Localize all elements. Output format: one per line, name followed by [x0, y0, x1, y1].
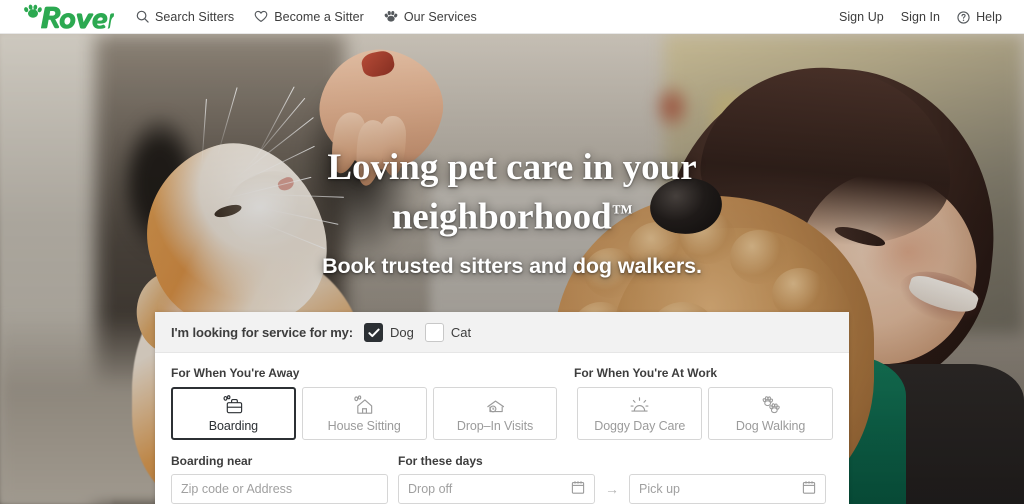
- location-field-label: Boarding near: [171, 454, 253, 468]
- nav-search-sitters-label: Search Sitters: [155, 9, 235, 24]
- search-panel: I'm looking for service for my: Dog Cat: [155, 312, 849, 504]
- nav-become-a-sitter-label: Become a Sitter: [274, 9, 364, 24]
- dropoff-input-placeholder: Drop off: [408, 482, 453, 496]
- service-option-doggy-day-care-label: Doggy Day Care: [594, 418, 686, 433]
- house-icon: [353, 394, 376, 416]
- dates-field-label: For these days: [398, 454, 483, 468]
- service-option-house-sitting-label: House Sitting: [327, 418, 401, 433]
- nav-help-label: Help: [976, 10, 1002, 24]
- dog-checkbox[interactable]: [364, 323, 384, 342]
- section-label-at-work: For When You're At Work: [574, 366, 718, 380]
- service-option-house-sitting[interactable]: House Sitting: [301, 387, 427, 440]
- cat-checkbox-label: Cat: [450, 325, 472, 340]
- nav-become-a-sitter[interactable]: Become a Sitter: [254, 10, 364, 24]
- question-circle-icon: [957, 10, 970, 24]
- nav-search-sitters[interactable]: Search Sitters: [136, 10, 234, 24]
- nav-sign-up[interactable]: Sign Up: [839, 10, 884, 24]
- pet-option-cat[interactable]: Cat: [424, 323, 472, 342]
- paw-icon: [384, 10, 398, 23]
- calendar-icon: [802, 480, 816, 498]
- date-range-arrow: →: [605, 481, 619, 497]
- suitcase-icon: [222, 394, 245, 416]
- service-option-dog-walking-label: Dog Walking: [735, 418, 806, 433]
- check-icon: [367, 328, 380, 337]
- field-labels-row: Boarding near For these days: [171, 454, 833, 468]
- service-option-doggy-day-care[interactable]: Doggy Day Care: [577, 387, 703, 440]
- pet-type-label: I'm looking for service for my:: [171, 325, 354, 340]
- paw-prints-icon: [759, 395, 782, 416]
- calendar-icon: [571, 480, 585, 498]
- section-label-away: For When You're Away: [171, 366, 300, 380]
- nav-sign-in[interactable]: Sign In: [901, 10, 940, 24]
- sun-icon: [628, 395, 651, 416]
- heart-icon: [254, 10, 268, 23]
- primary-nav-links: Search Sitters Become a Sitter Our Servi…: [136, 10, 477, 24]
- pickup-date-input[interactable]: Pick up: [629, 474, 826, 504]
- hero-section: Loving pet care in your neighborhood™ Bo…: [0, 34, 1024, 504]
- pet-type-selector: I'm looking for service for my: Dog Cat: [155, 312, 849, 353]
- dropoff-date-input[interactable]: Drop off: [398, 474, 595, 504]
- rover-logo[interactable]: [22, 4, 114, 30]
- service-option-boarding[interactable]: Boarding: [171, 387, 296, 440]
- service-section-labels: For When You're Away For When You're At …: [171, 366, 833, 380]
- service-option-boarding-label: Boarding: [208, 418, 259, 433]
- location-input-placeholder: Zip code or Address: [181, 482, 293, 496]
- nav-our-services[interactable]: Our Services: [384, 10, 477, 24]
- nav-sign-up-label: Sign Up: [838, 10, 884, 24]
- rover-logo-icon: [24, 4, 114, 29]
- pickup-input-placeholder: Pick up: [639, 482, 680, 496]
- clock-house-icon: [484, 395, 507, 416]
- nav-help[interactable]: Help: [957, 10, 1002, 24]
- nav-our-services-label: Our Services: [403, 9, 477, 24]
- cat-checkbox[interactable]: [424, 323, 444, 342]
- top-navigation-bar: Search Sitters Become a Sitter Our Servi…: [0, 0, 1024, 34]
- dog-checkbox-label: Dog: [390, 325, 414, 340]
- service-option-drop-in-visits-label: Drop–In Visits: [456, 418, 534, 433]
- service-type-options: Boarding House Sitting Drop–In Visits Do…: [171, 387, 833, 440]
- search-panel-body: For When You're Away For When You're At …: [155, 353, 849, 504]
- service-option-drop-in-visits[interactable]: Drop–In Visits: [432, 387, 558, 440]
- pet-option-dog[interactable]: Dog: [364, 323, 414, 342]
- search-icon: [136, 10, 149, 23]
- nav-sign-in-label: Sign In: [900, 10, 941, 24]
- search-fields-row: Zip code or Address Drop off → Pick up: [171, 474, 833, 504]
- hand-with-treat: [302, 36, 455, 221]
- secondary-nav-links: Sign Up Sign In Help: [839, 0, 1002, 34]
- service-option-dog-walking[interactable]: Dog Walking: [708, 387, 833, 440]
- location-input[interactable]: Zip code or Address: [171, 474, 388, 504]
